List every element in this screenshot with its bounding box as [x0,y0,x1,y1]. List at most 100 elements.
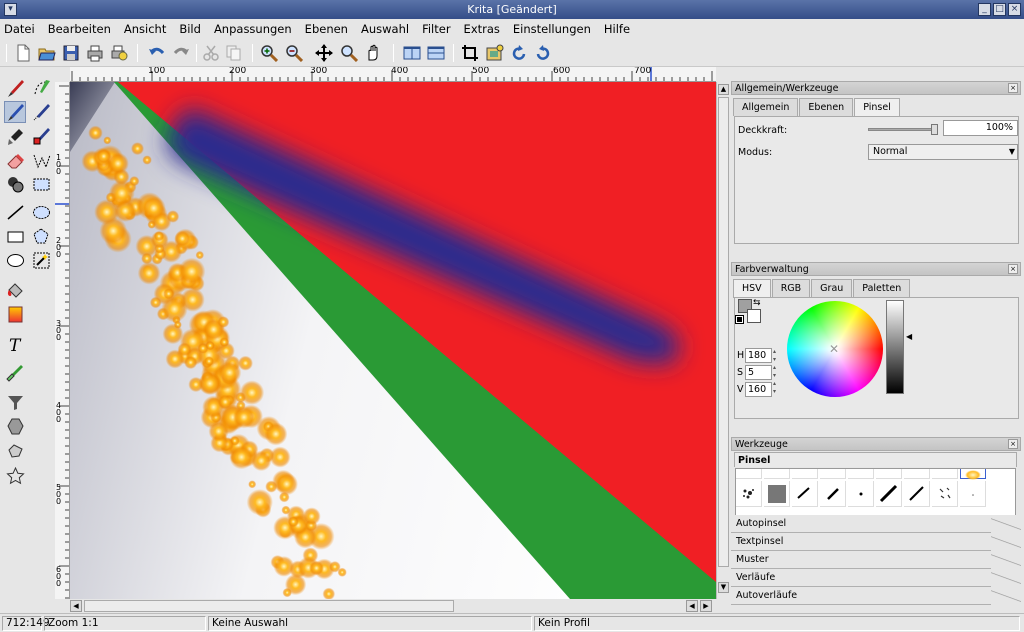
docker-header[interactable]: Werkzeuge × [731,437,1021,451]
star-tool-icon[interactable] [4,465,26,487]
brush-thumb[interactable] [736,481,762,507]
undo-icon[interactable] [146,42,168,64]
menu-ebenen[interactable]: Ebenen [305,22,348,36]
polygon-tool-icon[interactable] [4,415,26,437]
zoom-icon[interactable] [338,42,360,64]
vertical-scroll-thumb[interactable] [718,97,729,567]
rect-select-tool-icon[interactable] [30,173,52,195]
scroll-left-button-2[interactable]: ◀ [686,600,698,612]
menu-ansicht[interactable]: Ansicht [124,22,166,36]
background-color-swatch[interactable] [747,309,761,323]
magic-wand-tool-icon[interactable] [30,249,52,271]
duplicate-tool-icon[interactable] [4,173,26,195]
shape-tool-icon[interactable] [4,439,26,461]
image-properties-icon[interactable] [484,42,506,64]
path-tool-icon[interactable] [30,149,52,171]
tab-paletten[interactable]: Paletten [853,279,911,297]
redo-icon[interactable] [170,42,192,64]
polygon-select-tool-icon[interactable] [30,225,52,247]
fill-tool-icon[interactable] [4,279,26,301]
brush-thumb[interactable] [848,481,874,507]
zoom-in-icon[interactable] [258,42,280,64]
open-icon[interactable] [36,42,58,64]
gradient-tool-icon[interactable] [4,303,26,325]
menu-filter[interactable]: Filter [422,22,450,36]
close-icon[interactable]: × [1008,264,1018,274]
line-tool-icon[interactable] [4,201,26,223]
airbrush-tool-icon[interactable] [4,101,26,123]
brush-thumb[interactable] [792,481,818,507]
brush-thumb[interactable] [904,469,930,479]
print-preview-icon[interactable] [108,42,130,64]
docker-header[interactable]: Farbverwaltung × [731,262,1021,276]
window-menu-button[interactable]: ▾ [4,3,17,16]
scroll-up-button[interactable]: ▲ [718,84,729,95]
brush-thumb[interactable] [764,469,790,479]
brush-thumb[interactable] [820,481,846,507]
menu-hilfe[interactable]: Hilfe [604,22,630,36]
eraser-tool-icon[interactable] [4,149,26,171]
new-document-icon[interactable] [12,42,34,64]
brush-thumb[interactable] [764,481,790,507]
docker-header[interactable]: Allgemein/Werkzeuge × [731,81,1021,95]
menu-bearbeiten[interactable]: Bearbeiten [48,22,111,36]
drawer-muster[interactable]: Muster [731,551,1021,569]
brush-thumb[interactable] [904,481,930,507]
save-icon[interactable] [60,42,82,64]
tab-ebenen[interactable]: Ebenen [799,98,854,116]
close-icon[interactable]: × [1008,439,1018,449]
menu-einstellungen[interactable]: Einstellungen [513,22,591,36]
funnel-tool-icon[interactable] [4,391,26,413]
tab-grau[interactable]: Grau [811,279,853,297]
print-icon[interactable] [84,42,106,64]
opacity-slider[interactable] [868,124,938,135]
scroll-left-button[interactable]: ◀ [70,600,82,612]
drawer-textpinsel[interactable]: Textpinsel [731,533,1021,551]
tab-allgemein[interactable]: Allgemein [733,98,799,116]
saturation-field[interactable]: 5 [745,365,772,380]
maximize-button[interactable]: □ [993,3,1006,16]
menu-datei[interactable]: Datei [4,22,35,36]
color-picker-tool-icon[interactable] [4,361,26,383]
view-split-horizontal-icon[interactable] [425,42,447,64]
polygon-selection-tool-icon[interactable] [30,101,52,123]
hsv-color-wheel[interactable]: ✕ [787,301,883,397]
brush-thumb[interactable] [736,469,762,479]
drawer-autoverlaeufe[interactable]: Autoverläufe [731,587,1021,605]
crop-icon[interactable] [459,42,481,64]
rectangle-tool-icon[interactable] [4,225,26,247]
brush-thumb[interactable] [932,469,958,479]
scroll-down-button[interactable]: ▼ [718,582,729,593]
ellipse-select-tool-icon[interactable] [30,201,52,223]
mode-select[interactable]: Normal ▼ [868,144,1018,160]
scroll-right-button[interactable]: ▶ [700,600,712,612]
rotate-cw-icon[interactable] [532,42,554,64]
color-picker-selection-tool-icon[interactable] [30,125,52,147]
stamp-tool-icon[interactable] [4,125,26,147]
menu-anpassungen[interactable]: Anpassungen [214,22,292,36]
vertical-scrollbar[interactable]: ▲ ▼ [716,82,730,599]
value-slider-arrow[interactable]: ◀ [906,332,912,341]
minimize-button[interactable]: _ [978,3,991,16]
brush-thumb[interactable] [848,469,874,479]
drawer-verlaeufe[interactable]: Verläufe [731,569,1021,587]
freehand-selection-tool-icon[interactable] [30,77,52,99]
horizontal-scrollbar[interactable]: ◀ ◀ ▶ [70,599,716,613]
image-canvas[interactable] [70,82,716,599]
cut-icon[interactable] [200,42,222,64]
zoom-out-icon[interactable] [283,42,305,64]
drawer-autopinsel[interactable]: Autopinsel [731,515,1021,533]
brush-tool-icon[interactable] [4,77,26,99]
tab-pinsel[interactable]: Pinsel [854,98,900,117]
close-button[interactable]: × [1008,3,1021,16]
tab-hsv[interactable]: HSV [733,279,771,298]
horizontal-scroll-thumb[interactable] [84,600,454,612]
value-slider[interactable] [886,300,904,394]
close-icon[interactable]: × [1008,83,1018,93]
opacity-field[interactable]: 100% [943,120,1018,136]
default-colors-icon[interactable] [735,315,744,324]
brush-thumb-selected[interactable] [960,469,986,480]
pan-icon[interactable] [362,42,384,64]
brush-thumb[interactable] [876,481,902,507]
brush-thumb[interactable] [932,481,958,507]
